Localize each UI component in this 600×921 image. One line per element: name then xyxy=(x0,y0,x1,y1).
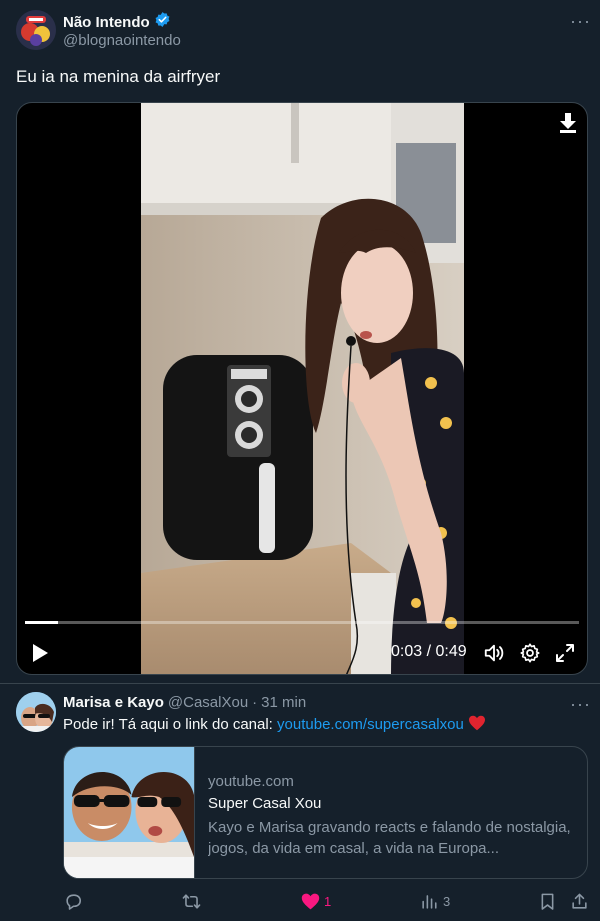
more-options-icon[interactable]: ··· xyxy=(570,695,591,713)
video-progress-bar[interactable] xyxy=(25,621,579,624)
reply-icon xyxy=(66,894,82,910)
video-frame xyxy=(141,103,464,674)
like-button[interactable]: 1 xyxy=(301,892,331,911)
views-button[interactable]: 3 xyxy=(420,892,450,911)
settings-gear-icon[interactable] xyxy=(519,642,541,664)
reply-author-avatar[interactable] xyxy=(16,692,56,732)
link-description: Kayo e Marisa gravando reacts e falando … xyxy=(208,819,571,857)
fullscreen-icon[interactable] xyxy=(555,643,575,663)
play-icon[interactable] xyxy=(31,643,49,663)
red-heart-emoji-icon xyxy=(468,715,485,731)
video-timecode: 0:03 / 0:49 xyxy=(391,643,467,660)
heart-filled-icon xyxy=(301,893,320,910)
link-preview-thumbnail xyxy=(64,747,195,878)
analytics-bars-icon xyxy=(422,895,437,909)
video-progress-fill xyxy=(25,621,59,624)
reply-text: Pode ir! Tá aqui o link do canal: youtub… xyxy=(63,715,486,733)
volume-icon[interactable] xyxy=(483,642,505,664)
like-count: 1 xyxy=(324,894,332,909)
reply-author-handle[interactable]: @CasalXou xyxy=(168,694,248,711)
post-divider xyxy=(0,683,600,684)
channel-link[interactable]: youtube.com/supercasalxou xyxy=(277,716,464,733)
share-upload-icon xyxy=(572,893,587,909)
author-name-row: Não Intendo xyxy=(63,11,171,33)
reply-meta: Marisa e Kayo @CasalXou · 31 min xyxy=(63,694,306,711)
bookmark-icon xyxy=(541,893,554,910)
link-preview-card[interactable]: youtube.com Super Casal Xou Kayo e Maris… xyxy=(63,746,588,879)
views-count: 3 xyxy=(443,894,451,909)
share-button[interactable] xyxy=(570,892,589,911)
reply-button[interactable] xyxy=(64,892,83,911)
reply-timestamp[interactable]: 31 min xyxy=(261,694,306,711)
author-handle[interactable]: @blognaointendo xyxy=(63,32,181,49)
reply-author-name[interactable]: Marisa e Kayo xyxy=(63,694,164,711)
meta-separator: · xyxy=(252,694,258,711)
repost-button[interactable] xyxy=(182,892,201,911)
reply-text-prefix: Pode ir! Tá aqui o link do canal: xyxy=(63,716,278,733)
bookmark-button[interactable] xyxy=(538,892,557,911)
author-avatar[interactable] xyxy=(16,10,56,50)
verified-badge-icon xyxy=(154,11,171,33)
video-player[interactable]: 0:03 / 0:49 xyxy=(16,102,588,675)
author-name[interactable]: Não Intendo xyxy=(63,14,150,31)
repost-icon xyxy=(182,894,201,909)
post-text: Eu ia na menina da airfryer xyxy=(16,67,221,86)
link-title: Super Casal Xou xyxy=(208,795,322,812)
link-domain: youtube.com xyxy=(208,773,294,790)
more-options-icon[interactable]: ··· xyxy=(570,12,591,30)
download-icon[interactable] xyxy=(559,113,577,133)
